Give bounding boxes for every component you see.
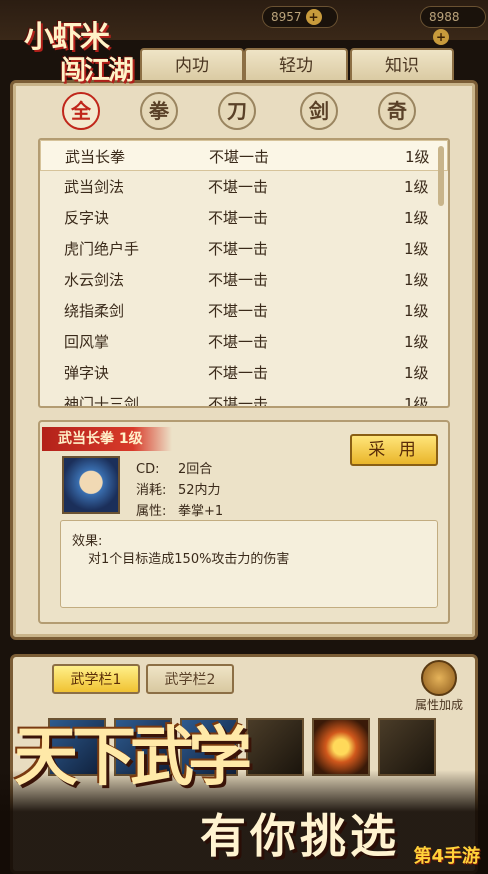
skill-row[interactable]: 绕指柔剑 不堪一击 1级 (40, 295, 448, 326)
skill-name: 绕指柔剑 (64, 302, 125, 320)
skill-desc: 不堪一击 (208, 302, 269, 320)
stat-key: 属性: (136, 504, 167, 519)
skill-desc: 不堪一击 (208, 178, 269, 196)
stat-key: CD: (136, 462, 160, 477)
skill-desc: 不堪一击 (208, 240, 269, 258)
skill-level: 1级 (404, 302, 429, 320)
filter-blade[interactable]: 刀 (218, 92, 256, 130)
stat-value: 拳掌+1 (178, 504, 224, 519)
filter-fist[interactable]: 拳 (140, 92, 178, 130)
skill-name: 回风掌 (64, 333, 110, 351)
filter-all[interactable]: 全 (62, 92, 100, 130)
skill-level: 1级 (404, 209, 429, 227)
logo-line-2: 闯江湖 (60, 56, 134, 86)
filter-sword[interactable]: 剑 (300, 92, 338, 130)
skill-row[interactable]: 虎门绝户手 不堪一击 1级 (40, 233, 448, 264)
effect-label: 效果: (72, 534, 103, 549)
tab-martial-bar-2[interactable]: 武学栏2 (146, 664, 234, 694)
skill-name: 武当长拳 (65, 148, 126, 166)
skill-row[interactable]: 武当长拳 不堪一击 1级 (40, 140, 448, 171)
game-logo: 小虾米 闯江湖 (14, 10, 164, 90)
skill-list[interactable]: 武当长拳 不堪一击 1级 武当剑法 不堪一击 1级 反字诀 不堪一击 1级 虎门… (38, 138, 450, 408)
skill-row[interactable]: 水云剑法 不堪一击 1级 (40, 264, 448, 295)
filter-special[interactable]: 奇 (378, 92, 416, 130)
stat-cd: CD: 2回合 (136, 458, 212, 477)
currency-1: 8957 + (262, 6, 338, 28)
skill-name: 水云剑法 (64, 271, 125, 289)
skill-level: 1级 (404, 271, 429, 289)
skill-row[interactable]: 反字诀 不堪一击 1级 (40, 202, 448, 233)
skill-slot[interactable] (246, 718, 304, 776)
stat-value: 52内力 (178, 483, 221, 498)
effect-text: 对1个目标造成150%攻击力的伤害 (88, 552, 290, 567)
skill-name: 武当剑法 (64, 178, 125, 196)
stat-cost: 消耗: 52内力 (136, 479, 221, 498)
stat-value: 2回合 (178, 462, 213, 477)
skill-name: 反字诀 (64, 209, 110, 227)
skill-level: 1级 (404, 178, 429, 196)
tab-label: 轻功 (279, 56, 313, 76)
slogan-line-2: 有你挑选 (200, 809, 400, 863)
detail-title: 武当长拳 1级 (42, 427, 172, 451)
tab-label: 知识 (385, 56, 419, 76)
currency-1-add-icon[interactable]: + (305, 9, 322, 25)
skill-desc: 不堪一击 (208, 333, 269, 351)
skill-level: 1级 (404, 333, 429, 351)
tab-martial-bar-1[interactable]: 武学栏1 (52, 664, 140, 694)
tab-zhishi[interactable]: 知识 (350, 48, 454, 82)
skill-desc: 不堪一击 (208, 271, 269, 289)
tab-label: 内功 (175, 56, 209, 76)
slogan-line-1: 天下武学 (14, 720, 252, 795)
list-scrollbar[interactable] (438, 146, 444, 206)
attribute-bonus-button[interactable]: 属性加成 (400, 660, 478, 712)
skill-level: 1级 (404, 395, 429, 408)
skill-row[interactable]: 弹字诀 不堪一击 1级 (40, 357, 448, 388)
skill-desc: 不堪一击 (208, 209, 269, 227)
stat-key: 消耗: (136, 483, 167, 498)
stat-attribute: 属性: 拳掌+1 (136, 500, 223, 519)
skill-level: 1级 (405, 148, 430, 166)
watermark: 第4手游 (413, 846, 480, 867)
skill-level: 1级 (404, 364, 429, 382)
skill-name: 弹字诀 (64, 364, 110, 382)
skill-slot[interactable] (312, 718, 370, 776)
filter-bar: 全 拳 刀 剑 奇 (40, 92, 440, 132)
skill-name: 神门十三剑 (64, 395, 140, 408)
fist-icon (62, 456, 120, 514)
skill-row[interactable]: 回风掌 不堪一击 1级 (40, 326, 448, 357)
skill-slot[interactable] (378, 718, 436, 776)
tab-qinggong[interactable]: 轻功 (244, 48, 348, 82)
skill-row[interactable]: 武当剑法 不堪一击 1级 (40, 171, 448, 202)
meditation-icon (421, 660, 457, 696)
attribute-bonus-label: 属性加成 (414, 698, 463, 712)
skill-desc: 不堪一击 (208, 395, 269, 408)
skill-name: 虎门绝户手 (64, 240, 140, 258)
skill-desc: 不堪一击 (209, 148, 270, 166)
skill-desc: 不堪一击 (208, 364, 269, 382)
currency-2-value: 8988 (429, 10, 460, 24)
skill-row[interactable]: 神门十三剑 不堪一击 1级 (40, 388, 448, 408)
currency-2: 8988 + (420, 6, 486, 45)
currency-1-value: 8957 (271, 10, 302, 24)
adopt-button[interactable]: 采 用 (350, 434, 438, 466)
currency-2-add-icon[interactable]: + (433, 29, 449, 45)
skill-level: 1级 (404, 240, 429, 258)
